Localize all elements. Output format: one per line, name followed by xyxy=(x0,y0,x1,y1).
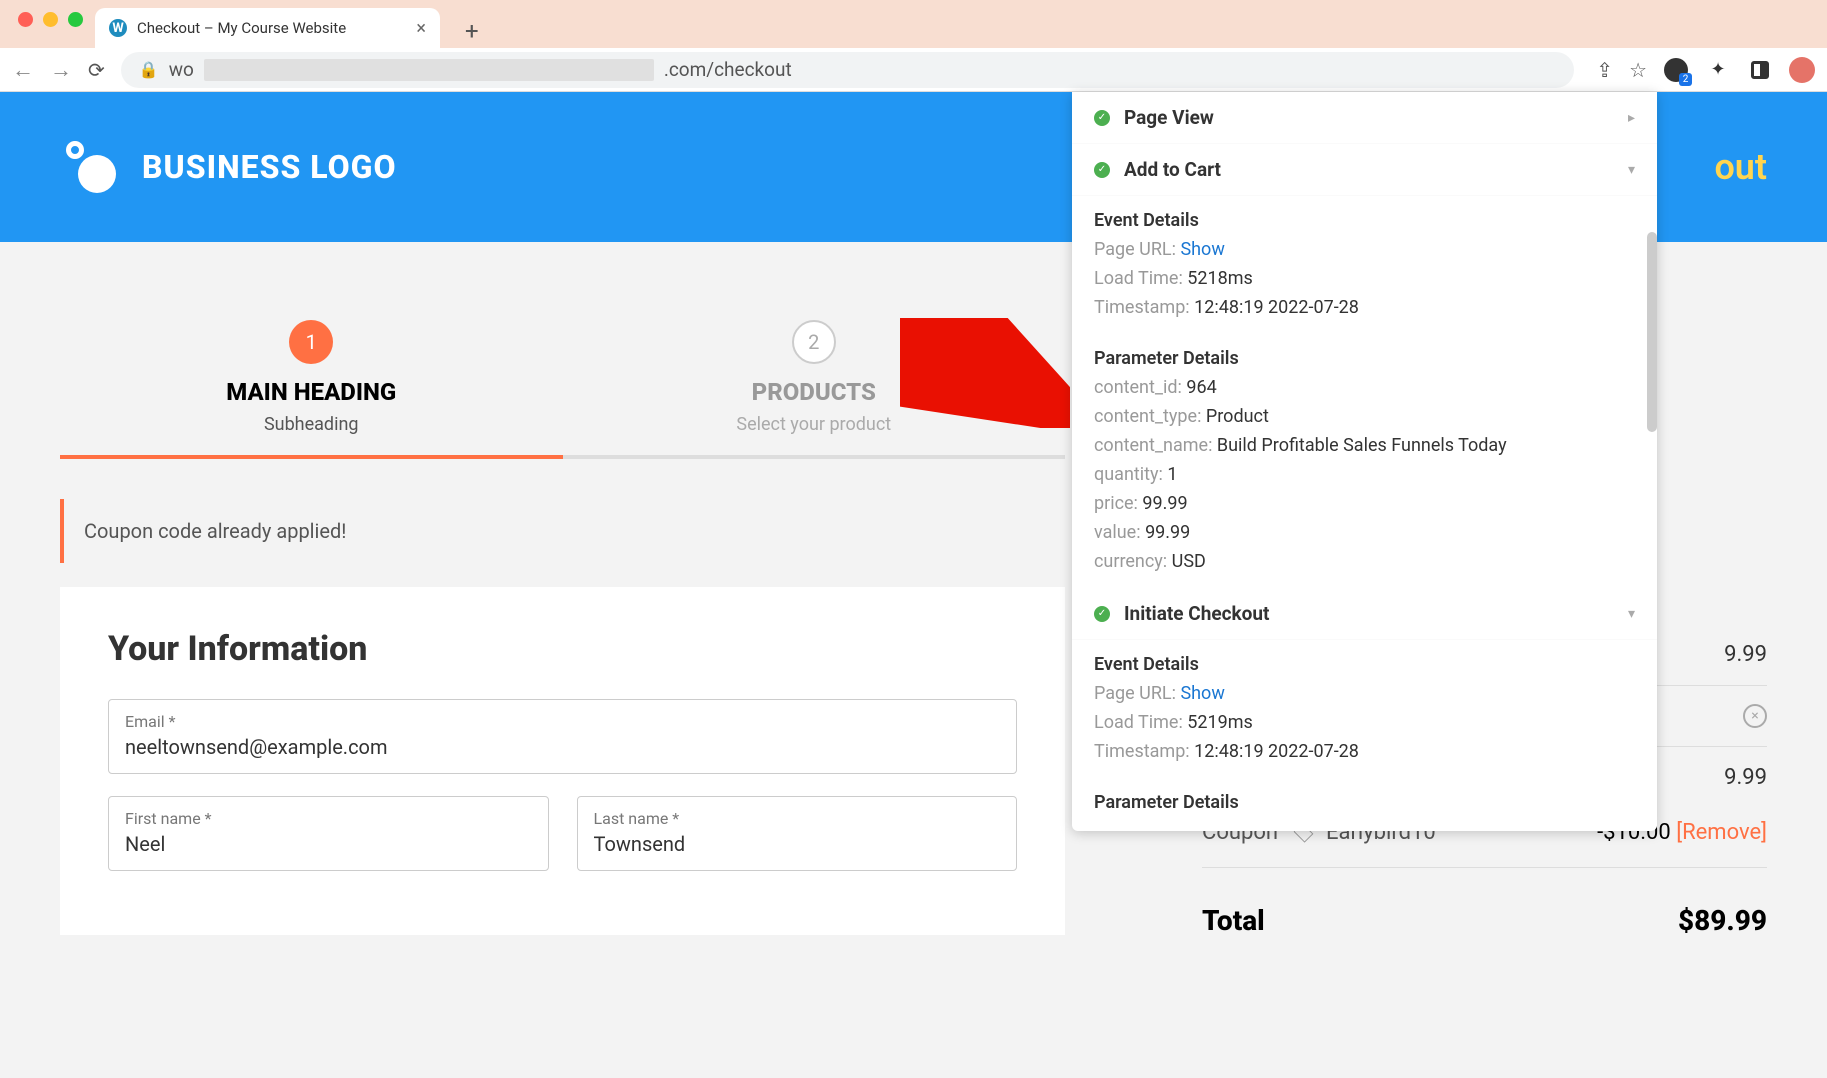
ic-timestamp: Timestamp: 12:48:19 2022-07-28 xyxy=(1072,737,1657,766)
check-icon: ✓ xyxy=(1094,162,1110,178)
total-label: Total xyxy=(1202,904,1265,937)
param-price: price: 99.99 xyxy=(1072,489,1657,518)
step-progress-bar xyxy=(60,455,1065,459)
parameter-details-title: Parameter Details xyxy=(1072,334,1657,373)
param-value: value: 99.99 xyxy=(1072,518,1657,547)
chevron-down-icon: ▾ xyxy=(1628,162,1635,178)
event-initiate-checkout-row[interactable]: ✓ Initiate Checkout ▾ xyxy=(1072,588,1657,640)
event-details-title-2: Event Details xyxy=(1072,640,1657,679)
sidepanel-icon[interactable] xyxy=(1747,57,1773,83)
share-icon[interactable]: ⇪ xyxy=(1596,58,1613,82)
event-page-view-label: Page View xyxy=(1124,106,1614,129)
param-quantity: quantity: 1 xyxy=(1072,460,1657,489)
last-name-field-wrapper[interactable]: Last name * xyxy=(577,796,1018,871)
pixel-helper-extension-icon[interactable] xyxy=(1663,57,1689,83)
event-initiate-checkout-label: Initiate Checkout xyxy=(1124,602,1614,625)
check-icon: ✓ xyxy=(1094,110,1110,126)
logo-mark-icon xyxy=(60,137,120,197)
param-content-name: content_name: Build Profitable Sales Fun… xyxy=(1072,431,1657,460)
total-row: Total $89.99 xyxy=(1202,868,1767,973)
url-suffix: .com/checkout xyxy=(664,58,792,81)
url-prefix: wo xyxy=(169,58,194,81)
event-details-title: Event Details xyxy=(1072,196,1657,235)
new-tab-button[interactable]: + xyxy=(465,17,479,45)
chevron-down-icon: ▾ xyxy=(1628,606,1635,622)
step-1[interactable]: 1 MAIN HEADING Subheading xyxy=(60,320,563,455)
first-name-label: First name * xyxy=(125,809,532,828)
popup-scrollbar[interactable] xyxy=(1647,232,1657,432)
event-add-to-cart-row[interactable]: ✓ Add to Cart ▾ xyxy=(1072,144,1657,196)
email-label: Email * xyxy=(125,712,1000,731)
total-value: $89.99 xyxy=(1678,904,1767,937)
step-1-subheading: Subheading xyxy=(60,414,563,435)
extensions-puzzle-icon[interactable]: ✦ xyxy=(1705,57,1731,83)
reload-button[interactable]: ⟳ xyxy=(88,58,105,82)
event-page-view-row[interactable]: ✓ Page View ▸ xyxy=(1072,92,1657,144)
lock-icon: 🔒 xyxy=(139,60,159,79)
pixel-helper-popup: ✓ Page View ▸ ✓ Add to Cart ▾ Event Deta… xyxy=(1072,92,1657,831)
check-icon: ✓ xyxy=(1094,606,1110,622)
site-logo[interactable]: BUSINESS LOGO xyxy=(60,137,397,197)
tab-close-icon[interactable]: × xyxy=(416,18,426,39)
last-name-input[interactable] xyxy=(594,832,1001,856)
panel-title: Your Information xyxy=(108,629,1017,669)
param-content-type: content_type: Product xyxy=(1072,402,1657,431)
atc-load-time: Load Time: 5218ms xyxy=(1072,264,1657,293)
email-input[interactable] xyxy=(125,735,1000,759)
subtotal-peek: 9.99 xyxy=(1724,765,1767,790)
header-link-fragment[interactable]: out xyxy=(1714,146,1767,188)
nav-forward-button[interactable]: → xyxy=(50,57,72,83)
event-add-to-cart-label: Add to Cart xyxy=(1124,158,1614,181)
window-minimize-button[interactable] xyxy=(43,12,58,27)
nav-back-button[interactable]: ← xyxy=(12,57,34,83)
remove-item-button[interactable]: × xyxy=(1743,704,1767,728)
coupon-notice: Coupon code already applied! xyxy=(60,499,1065,563)
window-maximize-button[interactable] xyxy=(68,12,83,27)
browser-toolbar: ← → ⟳ 🔒 wo .com/checkout ⇪ ☆ ✦ xyxy=(0,48,1827,92)
tab-bar: W Checkout – My Course Website × + xyxy=(0,0,1827,48)
step-1-heading: MAIN HEADING xyxy=(60,378,563,406)
coupon-remove-link[interactable]: [Remove] xyxy=(1676,820,1767,845)
last-name-label: Last name * xyxy=(594,809,1001,828)
bookmark-star-icon[interactable]: ☆ xyxy=(1629,58,1647,82)
email-field-wrapper[interactable]: Email * xyxy=(108,699,1017,774)
first-name-input[interactable] xyxy=(125,832,532,856)
first-name-field-wrapper[interactable]: First name * xyxy=(108,796,549,871)
line-price-peek: 9.99 xyxy=(1724,642,1767,667)
wordpress-favicon-icon: W xyxy=(109,19,127,37)
atc-page-url: Page URL: Show xyxy=(1072,235,1657,264)
param-content-id: content_id: 964 xyxy=(1072,373,1657,402)
ic-page-url: Page URL: Show xyxy=(1072,679,1657,708)
url-redacted xyxy=(204,59,654,81)
browser-tab[interactable]: W Checkout – My Course Website × xyxy=(95,8,440,48)
step-1-number-icon: 1 xyxy=(289,320,333,364)
tab-title: Checkout – My Course Website xyxy=(137,19,406,37)
your-information-panel: Your Information Email * First name * La… xyxy=(60,587,1065,935)
ic-load-time: Load Time: 5219ms xyxy=(1072,708,1657,737)
window-controls xyxy=(18,12,83,27)
step-2-number-icon: 2 xyxy=(792,320,836,364)
address-bar[interactable]: 🔒 wo .com/checkout xyxy=(121,52,1575,88)
logo-text: BUSINESS LOGO xyxy=(142,148,397,186)
show-url-link[interactable]: Show xyxy=(1180,239,1224,260)
atc-timestamp: Timestamp: 12:48:19 2022-07-28 xyxy=(1072,293,1657,322)
chevron-right-icon: ▸ xyxy=(1628,110,1635,126)
param-currency: currency: USD xyxy=(1072,547,1657,576)
parameter-details-title-2: Parameter Details xyxy=(1072,778,1657,831)
profile-avatar-icon[interactable] xyxy=(1789,57,1815,83)
window-close-button[interactable] xyxy=(18,12,33,27)
red-arrow-annotation xyxy=(900,318,1070,428)
show-url-link[interactable]: Show xyxy=(1180,683,1224,704)
